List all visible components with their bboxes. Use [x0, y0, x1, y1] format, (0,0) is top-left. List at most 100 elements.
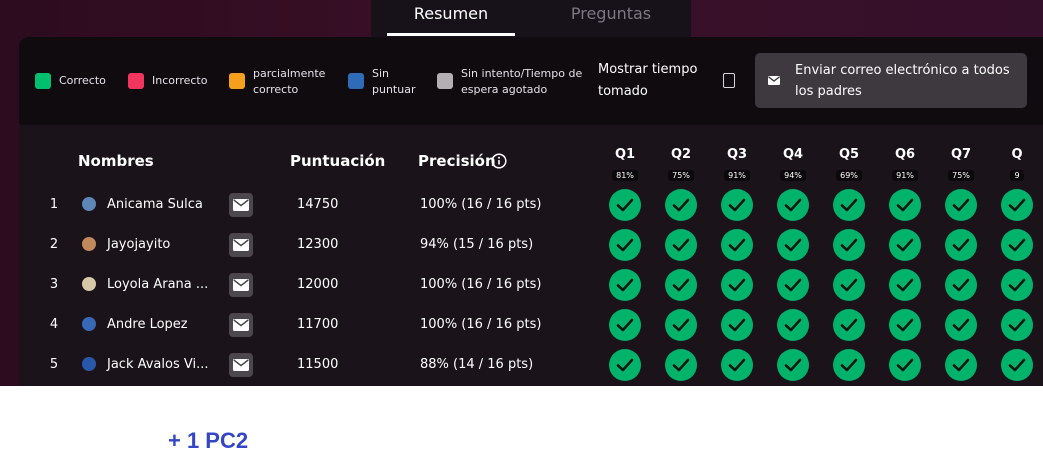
question-header[interactable]: Q9	[997, 147, 1037, 182]
correct-answer-icon[interactable]	[1001, 189, 1033, 221]
question-header[interactable]: Q1 81%	[605, 147, 645, 182]
rank: 2	[49, 237, 59, 252]
check-icon	[1008, 198, 1026, 212]
question-header[interactable]: Q5 69%	[829, 147, 869, 182]
table-row[interactable]: 4 Andre Lopez 11700 100% (16 / 16 pts)	[19, 305, 1043, 345]
question-header[interactable]: Q7 75%	[941, 147, 981, 182]
email-all-parents-button[interactable]: Enviar correo electrónico a todos los pa…	[755, 53, 1027, 108]
correct-answer-icon[interactable]	[665, 229, 697, 261]
info-icon[interactable]	[491, 153, 507, 169]
check-icon	[728, 278, 746, 292]
correct-answer-icon[interactable]	[889, 229, 921, 261]
correct-answer-icon[interactable]	[945, 269, 977, 301]
question-header[interactable]: Q6 91%	[885, 147, 925, 182]
correct-answer-icon[interactable]	[665, 189, 697, 221]
question-header[interactable]: Q3 91%	[717, 147, 757, 182]
correct-answer-icon[interactable]	[833, 309, 865, 341]
email-parent-button[interactable]	[229, 273, 253, 297]
student-name[interactable]: Anicama Sulca	[107, 185, 203, 225]
correct-answer-icon[interactable]	[777, 269, 809, 301]
correct-answer-icon[interactable]	[1001, 349, 1033, 381]
correct-answer-icon[interactable]	[1001, 269, 1033, 301]
correct-answer-icon[interactable]	[945, 229, 977, 261]
student-name[interactable]: Jayojayito	[107, 225, 170, 265]
correct-answer-icon[interactable]	[609, 189, 641, 221]
question-header[interactable]: Q2 75%	[661, 147, 701, 182]
correct-answer-icon[interactable]	[833, 349, 865, 381]
correct-answer-icon[interactable]	[665, 269, 697, 301]
correct-answer-icon[interactable]	[665, 309, 697, 341]
avatar	[82, 197, 96, 211]
check-icon	[840, 198, 858, 212]
correct-answer-icon[interactable]	[833, 229, 865, 261]
check-icon	[616, 238, 634, 252]
check-icon	[1008, 358, 1026, 372]
avatar	[82, 237, 96, 251]
correct-answer-icon[interactable]	[777, 229, 809, 261]
correct-answer-icon[interactable]	[721, 349, 753, 381]
check-icon	[616, 278, 634, 292]
email-parent-button[interactable]	[229, 193, 253, 217]
avatar	[82, 357, 96, 371]
correct-answer-icon[interactable]	[889, 269, 921, 301]
table-row[interactable]: 2 Jayojayito 12300 94% (15 / 16 pts)	[19, 225, 1043, 265]
check-icon	[952, 278, 970, 292]
correct-answer-icon[interactable]	[777, 309, 809, 341]
correct-answer-icon[interactable]	[1001, 229, 1033, 261]
email-parent-button[interactable]	[229, 353, 253, 377]
correct-answer-icon[interactable]	[721, 189, 753, 221]
show-time-label: Mostrar tiempo tomado	[598, 62, 698, 99]
email-parent-button[interactable]	[229, 313, 253, 337]
correct-answer-icon[interactable]	[777, 189, 809, 221]
check-icon	[896, 318, 914, 332]
table-row[interactable]: 3 Loyola Arana ... 12000 100% (16 / 16 pts)	[19, 265, 1043, 305]
correct-answer-icon[interactable]	[777, 349, 809, 381]
correct-answer-icon[interactable]	[945, 349, 977, 381]
correct-answer-icon[interactable]	[833, 269, 865, 301]
legend-label: Sin intento/Tiempo de espera agotado	[461, 67, 583, 96]
correct-answer-icon[interactable]	[721, 309, 753, 341]
correct-answer-icon[interactable]	[1001, 309, 1033, 341]
correct-answer-icon[interactable]	[721, 269, 753, 301]
correct-answer-icon[interactable]	[889, 309, 921, 341]
incorrect-swatch	[128, 73, 144, 89]
email-parent-button[interactable]	[229, 233, 253, 257]
correct-answer-icon[interactable]	[945, 309, 977, 341]
question-label: Q3	[726, 147, 748, 162]
check-icon	[672, 278, 690, 292]
correct-answer-icon[interactable]	[889, 189, 921, 221]
tab-preguntas[interactable]: Preguntas	[547, 4, 675, 34]
show-time-checkbox[interactable]	[723, 73, 735, 88]
check-icon	[952, 318, 970, 332]
correct-answer-icon[interactable]	[721, 229, 753, 261]
question-accuracy-badge: 9	[1010, 170, 1024, 181]
check-icon	[728, 318, 746, 332]
table-row[interactable]: 1 Anicama Sulca 14750 100% (16 / 16 pts)	[19, 185, 1043, 225]
check-icon	[728, 198, 746, 212]
correct-answer-icon[interactable]	[833, 189, 865, 221]
score-value: 11700	[297, 317, 339, 332]
score-value: 11500	[297, 357, 339, 372]
rank: 4	[49, 317, 59, 332]
unscored-swatch	[348, 73, 364, 89]
student-name[interactable]: Loyola Arana ...	[107, 265, 208, 305]
correct-answer-icon[interactable]	[889, 349, 921, 381]
precision-value: 100% (16 / 16 pts)	[420, 317, 542, 332]
check-icon	[784, 278, 802, 292]
tab-resumen[interactable]: Resumen	[387, 4, 515, 36]
student-name[interactable]: Jack Avalos Vi...	[107, 345, 209, 385]
student-name[interactable]: Andre Lopez	[107, 305, 188, 345]
envelope-icon	[233, 199, 249, 211]
correct-answer-icon[interactable]	[609, 309, 641, 341]
correct-answer-icon[interactable]	[609, 269, 641, 301]
question-label: Q2	[670, 147, 692, 162]
question-accuracy-badge: 75%	[668, 170, 694, 181]
correct-answer-icon[interactable]	[609, 229, 641, 261]
correct-answer-icon[interactable]	[609, 349, 641, 381]
names-header: Nombres	[78, 152, 154, 170]
results-panel: Correcto Incorrecto parcialmente correct…	[19, 37, 1043, 386]
table-row[interactable]: 5 Jack Avalos Vi... 11500 88% (14 / 16 pts)	[19, 345, 1043, 385]
correct-answer-icon[interactable]	[945, 189, 977, 221]
correct-answer-icon[interactable]	[665, 349, 697, 381]
question-header[interactable]: Q4 94%	[773, 147, 813, 182]
